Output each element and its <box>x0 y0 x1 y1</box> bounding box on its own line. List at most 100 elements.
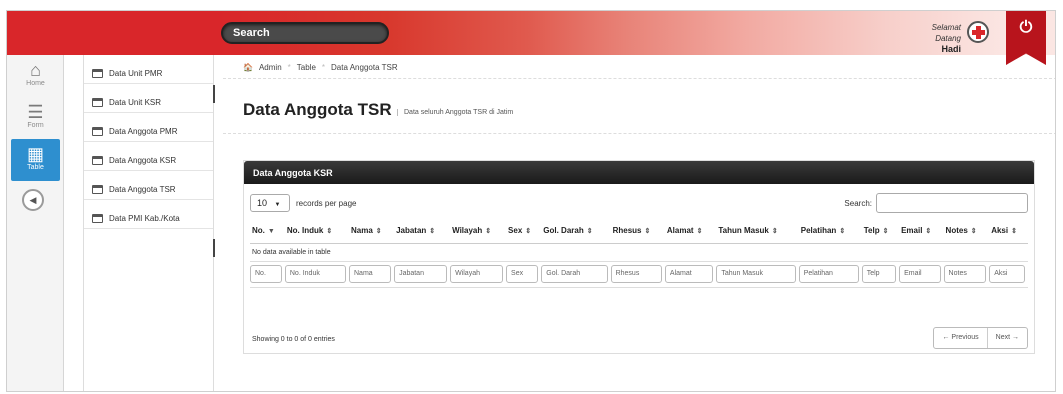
submenu-item-pmi-kab-kota[interactable]: Data PMI Kab./Kota <box>84 200 213 229</box>
pagination: ← Previous Next → <box>933 327 1028 349</box>
previous-button[interactable]: ← Previous <box>934 328 986 348</box>
top-bar: Search Selamat Datang Hadi ⏻ <box>7 11 1055 65</box>
collapse-sidebar-button[interactable]: ◀ <box>22 189 44 211</box>
column-header[interactable]: Sex ⇕ <box>506 219 542 244</box>
sort-icon: ⇕ <box>644 228 651 236</box>
column-header[interactable]: Nama ⇕ <box>349 219 395 244</box>
welcome-block: Selamat Datang Hadi <box>907 22 961 55</box>
column-filter-input[interactable]: Alamat <box>664 265 714 283</box>
column-header[interactable]: Notes ⇕ <box>943 219 990 244</box>
submenu-item-unit-ksr[interactable]: Data Unit KSR <box>84 84 213 113</box>
submenu-label: Data Anggota PMR <box>109 126 178 136</box>
calendar-icon <box>92 97 103 107</box>
column-filter-input[interactable]: Jabatan <box>394 265 448 283</box>
column-header[interactable]: Wilayah ⇕ <box>450 219 507 244</box>
submenu-item-anggota-tsr[interactable]: Data Anggota TSR <box>84 171 213 200</box>
column-header[interactable]: Aksi ⇕ <box>989 219 1028 244</box>
column-filter-input[interactable]: No. <box>250 265 282 283</box>
column-header-label: Email <box>901 226 923 236</box>
column-header[interactable]: Gol. Darah ⇕ <box>541 219 611 244</box>
rail-item-home[interactable]: ⌂ Home <box>7 55 64 97</box>
empty-row: No data available in table <box>250 243 1028 262</box>
submenu-label: Data Anggota TSR <box>109 184 176 194</box>
rail-item-table[interactable]: ▦ Table <box>11 139 60 181</box>
next-button[interactable]: Next → <box>986 328 1027 348</box>
column-header[interactable]: Rhesus ⇕ <box>610 219 665 244</box>
filter-cell: Notes <box>943 261 990 288</box>
column-filter-input[interactable]: Sex <box>506 265 539 283</box>
column-header-label: No. Induk <box>286 226 324 236</box>
scroll-marker <box>213 239 215 257</box>
filter-row: No. No. Induk Nama Jabatan Wilayah Sex Gol. Da… <box>250 261 1028 288</box>
sort-icon: ⇕ <box>1011 228 1017 236</box>
filter-cell: No. Induk <box>284 261 349 288</box>
column-header[interactable]: Tahun Masuk ⇕ <box>716 219 799 244</box>
column-filter-input[interactable]: Aksi <box>989 265 1025 283</box>
calendar-icon <box>92 126 103 136</box>
chevron-down-icon: ▼ <box>274 202 281 208</box>
rail-label-form: Form <box>27 122 44 129</box>
column-header-label: Aksi <box>991 226 1009 236</box>
sort-icon: ⇕ <box>429 228 436 236</box>
submenu-item-anggota-pmr[interactable]: Data Anggota PMR <box>84 113 213 142</box>
breadcrumb-separator: * <box>287 63 291 72</box>
column-filter-input[interactable]: Rhesus <box>610 265 662 283</box>
sort-icon: ⇕ <box>586 228 593 236</box>
column-header-label: Sex <box>508 226 523 236</box>
filter-cell: Tahun Masuk <box>716 261 799 288</box>
list-icon: ☰ <box>27 102 44 122</box>
submenu-label: Data Unit PMR <box>109 68 163 78</box>
breadcrumb: 🏠 Admin * Table * Data Anggota TSR <box>243 63 398 72</box>
filter-cell: Jabatan <box>394 261 451 288</box>
filter-cell: Email <box>899 261 944 288</box>
table-info: Showing 0 to 0 of 0 entries <box>252 336 335 343</box>
search-input[interactable]: Search <box>221 22 389 44</box>
column-filter-input[interactable]: Gol. Darah <box>541 265 608 283</box>
rail-item-form[interactable]: ☰ Form <box>7 97 64 139</box>
column-header[interactable]: No. Induk ⇕ <box>284 219 349 244</box>
column-filter-input[interactable]: Telp <box>861 265 897 283</box>
column-header[interactable]: Jabatan ⇕ <box>394 219 451 244</box>
page-length-select[interactable]: 10 ▼ <box>250 194 290 212</box>
table-icon: ▦ <box>26 144 44 164</box>
column-header[interactable]: Alamat ⇕ <box>664 219 717 244</box>
column-header[interactable]: Telp ⇕ <box>861 219 900 244</box>
divider <box>223 78 1055 79</box>
column-filter-input[interactable]: Notes <box>943 265 987 283</box>
sort-icon: ⇕ <box>970 228 977 236</box>
column-header-label: Notes <box>945 226 968 236</box>
column-header[interactable]: Pelatihan ⇕ <box>798 219 862 244</box>
column-header[interactable]: Email ⇕ <box>899 219 944 244</box>
breadcrumb-current: Data Anggota TSR <box>331 63 398 72</box>
data-table: No. ▼ No. Induk ⇕ Nama ⇕ Jabatan ⇕ Wilayah ⇕ Sex ⇕ G… <box>250 219 1028 288</box>
filter-cell: Rhesus <box>610 261 665 288</box>
app-window: Search Selamat Datang Hadi ⏻ ⌂ Home ☰ Fo… <box>6 10 1056 392</box>
submenu-item-anggota-ksr[interactable]: Data Anggota KSR <box>84 142 213 171</box>
welcome-text: Selamat Datang <box>931 23 961 43</box>
sort-icon: ⇕ <box>485 228 492 236</box>
table-search-input[interactable] <box>876 193 1028 213</box>
column-filter-input[interactable]: Pelatihan <box>798 265 859 283</box>
column-header[interactable]: No. ▼ <box>250 219 285 244</box>
filter-cell: Telp <box>861 261 900 288</box>
breadcrumb-admin[interactable]: Admin <box>259 63 282 72</box>
calendar-icon <box>92 213 103 223</box>
column-filter-input[interactable]: Nama <box>349 265 392 283</box>
column-filter-input[interactable]: Tahun Masuk <box>716 265 796 283</box>
calendar-icon <box>92 155 103 165</box>
sort-icon: ⇕ <box>696 228 703 236</box>
sort-icon: ▼ <box>267 228 275 236</box>
column-header-label: Pelatihan <box>800 226 837 236</box>
submenu-label: Data Anggota KSR <box>109 155 177 165</box>
submenu-label: Data PMI Kab./Kota <box>109 213 180 223</box>
home-icon: 🏠 <box>243 63 253 72</box>
submenu-item-unit-pmr[interactable]: Data Unit PMR <box>84 55 213 84</box>
red-cross-logo-icon <box>967 21 989 43</box>
column-filter-input[interactable]: Wilayah <box>450 265 504 283</box>
filter-cell: Pelatihan <box>798 261 862 288</box>
column-filter-input[interactable]: Email <box>899 265 941 283</box>
breadcrumb-table[interactable]: Table <box>297 63 316 72</box>
sort-icon: ⇕ <box>882 228 889 236</box>
column-filter-input[interactable]: No. Induk <box>284 265 346 283</box>
sort-icon: ⇕ <box>326 228 333 236</box>
